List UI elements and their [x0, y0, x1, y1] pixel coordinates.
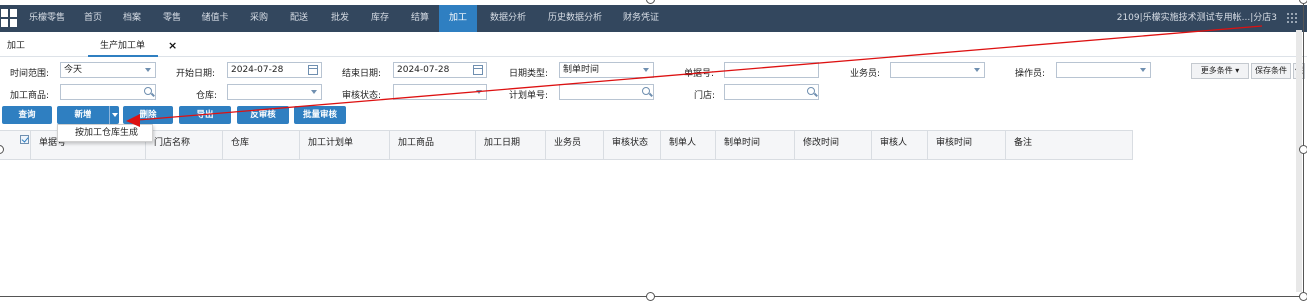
page-tabs: 加工 生产加工单 × [0, 36, 1307, 57]
col-create-time[interactable]: 制单时间 [715, 131, 794, 160]
col-remark[interactable]: 备注 [1005, 131, 1132, 160]
salesperson-select[interactable] [890, 62, 985, 78]
col-plan-order[interactable]: 加工计划单 [299, 131, 389, 160]
doc-no-label: 单据号: [684, 69, 715, 79]
nav-item-home[interactable]: 首页 [76, 5, 110, 32]
warehouse-label: 仓库: [196, 91, 218, 101]
start-date-label: 开始日期: [176, 69, 216, 79]
operator-label: 操作员: [1015, 69, 1046, 79]
nav-item-retail[interactable]: 零售 [155, 5, 189, 32]
unaudit-button[interactable]: 反审核 [237, 106, 289, 124]
end-date-label: 结束日期: [342, 69, 382, 79]
tab-close-icon[interactable]: × [168, 39, 177, 52]
nav-item-purchase[interactable]: 采购 [242, 5, 276, 32]
top-nav-bar: 乐檬零售 首页 档案 零售 储值卡 采购 配送 批发 库存 结算 加工 数据分析… [0, 5, 1307, 32]
col-store-name[interactable]: 门店名称 [145, 131, 222, 160]
col-salesperson[interactable]: 业务员 [545, 131, 603, 160]
col-process-date[interactable]: 加工日期 [475, 131, 545, 160]
nav-item-data-analysis[interactable]: 数据分析 [483, 5, 533, 32]
nav-item-inventory[interactable]: 库存 [363, 5, 397, 32]
chevron-down-icon [476, 90, 482, 94]
store-info[interactable]: 2109|乐檬实施技术测试专用帐...|分店3 [1117, 5, 1277, 32]
end-date-input[interactable]: 2024-07-28 [393, 62, 487, 78]
more-conditions-button[interactable]: 更多条件 ▾ [1191, 63, 1249, 79]
col-product[interactable]: 加工商品 [389, 131, 475, 160]
date-type-value: 制单时间 [563, 65, 600, 75]
nav-item-processing[interactable]: 加工 [439, 5, 477, 32]
save-conditions-button[interactable]: 保存条件 [1251, 63, 1291, 79]
end-date-value: 2024-07-28 [397, 65, 450, 75]
grid-header: 单据号 门店名称 仓库 加工计划单 加工商品 加工日期 业务员 审核状态 制单人… [0, 130, 1133, 160]
resize-handle-right[interactable] [1299, 145, 1307, 154]
nav-item-finance-voucher[interactable]: 财务凭证 [617, 5, 665, 32]
resize-handle-bottom-right[interactable] [1299, 292, 1307, 301]
query-button[interactable]: 查询 [2, 106, 52, 124]
nav-item-delivery[interactable]: 配送 [282, 5, 316, 32]
add-button[interactable]: 新增 [57, 106, 109, 124]
nav-item-wholesale[interactable]: 批发 [323, 5, 357, 32]
nav-item-brand[interactable]: 乐檬零售 [22, 5, 72, 32]
chevron-down-icon: ▾ [1235, 66, 1240, 75]
col-audit-time[interactable]: 审核时间 [927, 131, 1005, 160]
start-date-value: 2024-07-28 [231, 65, 284, 75]
time-range-value: 今天 [64, 65, 83, 75]
menu-grid-icon[interactable] [1287, 13, 1299, 25]
time-range-label: 时间范围: [10, 69, 50, 79]
nav-item-archive[interactable]: 档案 [115, 5, 149, 32]
store-label: 门店: [694, 91, 716, 101]
tab-production-order[interactable]: 生产加工单 [88, 36, 158, 57]
doc-no-input[interactable] [724, 62, 819, 78]
product-label: 加工商品: [10, 91, 50, 101]
store-input[interactable] [724, 84, 819, 100]
chevron-down-icon [1140, 68, 1146, 72]
nav-item-stored-value-card[interactable]: 储值卡 [195, 5, 235, 32]
resize-handle-top[interactable] [646, 0, 655, 4]
col-creator[interactable]: 制单人 [660, 131, 715, 160]
salesperson-label: 业务员: [850, 69, 881, 79]
nav-item-settlement[interactable]: 结算 [403, 5, 437, 32]
select-all-checkbox[interactable] [20, 135, 29, 144]
delete-button[interactable]: 删除 [123, 106, 173, 124]
start-date-input[interactable]: 2024-07-28 [227, 62, 322, 78]
menu-item-generate-by-warehouse[interactable]: 按加工仓库生成 [75, 125, 152, 141]
search-icon[interactable] [144, 87, 152, 95]
tab-processing[interactable]: 加工 [7, 36, 25, 57]
col-auditor[interactable]: 审核人 [871, 131, 927, 160]
resize-handle-top-right[interactable] [1299, 0, 1307, 4]
chevron-down-icon [311, 90, 317, 94]
nav-item-history-analysis[interactable]: 历史数据分析 [543, 5, 607, 32]
more-conditions-label: 更多条件 [1200, 66, 1233, 75]
export-button[interactable]: 导出 [179, 106, 231, 124]
resize-handle-bottom[interactable] [646, 292, 655, 301]
time-range-select[interactable]: 今天 [60, 62, 156, 78]
add-dropdown-toggle[interactable] [109, 106, 119, 124]
chevron-down-icon [145, 68, 151, 72]
search-icon[interactable] [807, 87, 815, 95]
chevron-down-icon [643, 68, 649, 72]
col-audit-status[interactable]: 审核状态 [603, 131, 660, 160]
search-icon[interactable] [642, 87, 650, 95]
warehouse-select[interactable] [227, 84, 322, 100]
date-type-label: 日期类型: [509, 69, 549, 79]
grid-border [1132, 130, 1133, 160]
calendar-icon[interactable] [473, 65, 483, 75]
col-warehouse[interactable]: 仓库 [222, 131, 299, 160]
audit-status-label: 审核状态: [342, 91, 382, 101]
plan-no-input[interactable] [559, 84, 654, 100]
batch-audit-button[interactable]: 批量审核 [294, 106, 346, 124]
chevron-down-icon [974, 68, 980, 72]
app-grid-icon[interactable] [1, 8, 19, 28]
chevron-down-icon [112, 113, 118, 117]
calendar-icon[interactable] [308, 65, 318, 75]
vertical-scrollbar[interactable] [1296, 30, 1302, 292]
operator-select[interactable] [1056, 62, 1151, 78]
plan-no-label: 计划单号: [509, 91, 549, 101]
add-dropdown-menu: 按加工仓库生成 [57, 124, 153, 142]
date-type-select[interactable]: 制单时间 [559, 62, 654, 78]
audit-status-select[interactable] [393, 84, 487, 100]
product-input[interactable] [60, 84, 156, 100]
col-modify-time[interactable]: 修改时间 [794, 131, 871, 160]
